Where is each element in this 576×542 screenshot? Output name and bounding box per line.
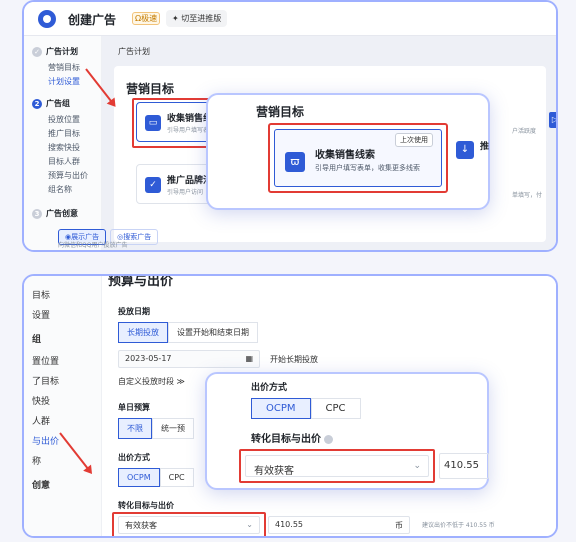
option-collect-leads-zoomed[interactable]: ϖ 收集销售线索 引导用户填写表单，收集更多线索 上次使用 xyxy=(268,123,448,193)
sidebar-item-search[interactable]: 搜索快投 xyxy=(48,142,80,153)
sidebar-item[interactable]: 人群 xyxy=(32,414,50,427)
check-icon: ✓ xyxy=(32,46,42,57)
section-title: 预算与出价 xyxy=(108,274,174,289)
breadcrumb: 广告计划 xyxy=(118,47,150,56)
calendar-icon: ▦ xyxy=(245,354,253,363)
suggest-text: 建议出价不低于 410.55 币 xyxy=(422,522,495,529)
currency-unit: 币 xyxy=(395,521,403,530)
popup-title: 营销目标 xyxy=(256,105,305,119)
switch-version-button[interactable]: ✦ 切至进推版 xyxy=(166,10,228,27)
ad-type-hint: 向微信和QQ用户投放广告 xyxy=(58,242,128,249)
long-term-text: 开始长期投放 xyxy=(270,355,318,364)
tab-cpc[interactable]: CPC xyxy=(159,468,194,487)
bid-method-label: 出价方式 xyxy=(118,453,150,462)
sidebar-item-goal[interactable]: 营销目标 xyxy=(48,62,80,73)
popup-bid-tabs: OCPM CPC xyxy=(251,398,361,419)
sidebar-item-placement[interactable]: 投放位置 xyxy=(48,114,80,125)
zoom-popup-bid: 出价方式 OCPM CPC 转化目标与出价 有效获客 ⌄ 410.55 xyxy=(205,372,489,490)
sidebar-section-plan[interactable]: ✓ 广告计划 xyxy=(32,46,78,57)
tab-ocpm-zoomed[interactable]: OCPM xyxy=(251,398,311,419)
bid-method-tabs: OCPM CPC xyxy=(118,468,194,487)
sidebar-item[interactable]: 创意 xyxy=(32,478,50,491)
tab-unlimited[interactable]: 不限 xyxy=(118,418,152,439)
last-used-tag: 上次使用 xyxy=(395,133,433,147)
bid-input[interactable]: 410.55 币 xyxy=(268,516,410,534)
megaphone-icon: ✓ xyxy=(145,177,161,193)
sidebar-item-plan-settings[interactable]: 计划设置 xyxy=(48,76,80,87)
sidebar-item[interactable]: 目标 xyxy=(32,288,50,301)
sidebar-item-budget[interactable]: 预算与出价 xyxy=(48,170,88,181)
tab-date-range[interactable]: 设置开始和结束日期 xyxy=(168,322,258,343)
info-icon xyxy=(324,434,333,444)
sidebar-item[interactable]: 快投 xyxy=(32,394,50,407)
sidebar-item[interactable]: 组 xyxy=(32,332,41,345)
speed-badge: Ω极速 xyxy=(132,12,161,25)
tab-ocpm[interactable]: OCPM xyxy=(118,468,160,487)
date-label: 投放日期 xyxy=(118,307,150,316)
sidebar-item[interactable]: 设置 xyxy=(32,308,50,321)
app-logo-icon xyxy=(38,10,56,28)
header: 创建广告 Ω极速 ✦ 切至进推版 xyxy=(24,2,556,36)
popup-target-label: 转化目标与出价 xyxy=(251,430,333,445)
section-title: 营销目标 xyxy=(126,82,175,96)
sidebar-item-group-name[interactable]: 组名称 xyxy=(48,184,72,195)
form-icon: ϖ xyxy=(285,152,305,172)
highlight-box xyxy=(112,512,266,536)
step-number-icon: 2 xyxy=(32,98,42,109)
zoom-popup-goal: 营销目标 ϖ 收集销售线索 引导用户填写表单，收集更多线索 上次使用 ↓ 推 xyxy=(206,93,490,210)
option-next[interactable]: ↓ 推 xyxy=(452,135,492,195)
play-icon: ▷ xyxy=(549,112,556,128)
tab-cpc-zoomed[interactable]: CPC xyxy=(310,398,361,419)
option-brand-promo[interactable]: ✓ 推广品牌活 引导用户访问 xyxy=(136,164,212,204)
option-desc-fragment: 户活跃度 xyxy=(512,128,537,135)
popup-title: 出价方式 xyxy=(251,383,288,393)
sidebar-item-bid[interactable]: 与出价 xyxy=(32,434,59,447)
download-icon: ↓ xyxy=(456,141,474,159)
start-date-field[interactable]: 2023-05-17 ▦ xyxy=(118,350,260,368)
option-desc-fragment: 单填写，付 xyxy=(512,192,543,199)
sidebar: 目标 设置 组 置位置 了目标 快投 人群 与出价 称 创意 xyxy=(24,276,102,536)
date-tabs: 长期投放 设置开始和结束日期 xyxy=(118,322,258,343)
target-label: 转化目标与出价 xyxy=(118,501,174,510)
tab-unified[interactable]: 统一预 xyxy=(152,418,194,439)
step-number-icon: 3 xyxy=(32,208,42,219)
target-select-zoomed[interactable]: 有效获客 ⌄ xyxy=(239,449,435,483)
budget-tabs: 不限 统一预 xyxy=(118,418,194,439)
sidebar-section-creative[interactable]: 3 广告创意 xyxy=(32,208,78,219)
budget-label: 单日预算 xyxy=(118,403,150,412)
sidebar-item[interactable]: 了目标 xyxy=(32,374,59,387)
custom-time-link[interactable]: 自定义投放时段 ≫ xyxy=(118,376,185,387)
highlight-box xyxy=(132,98,216,148)
sidebar-item[interactable]: 置位置 xyxy=(32,354,59,367)
sidebar: ✓ 广告计划 营销目标 计划设置 2 广告组 投放位置 推广目标 搜索快投 目标人群… xyxy=(24,36,102,250)
bid-input-zoomed[interactable]: 410.55 xyxy=(439,453,489,479)
sidebar-item[interactable]: 称 xyxy=(32,454,41,467)
screenshot-stage: 创建广告 Ω极速 ✦ 切至进推版 ✓ 广告计划 营销目标 计划设置 2 广告组 投放… xyxy=(0,0,576,542)
sidebar-item-audience[interactable]: 目标人群 xyxy=(48,156,80,167)
sidebar-item-promo-goal[interactable]: 推广目标 xyxy=(48,128,80,139)
app-title: 创建广告 xyxy=(68,13,117,27)
sidebar-section-group[interactable]: 2 广告组 xyxy=(32,98,70,109)
chevron-down-icon: ⌄ xyxy=(413,461,421,471)
tab-long-term[interactable]: 长期投放 xyxy=(118,322,168,343)
